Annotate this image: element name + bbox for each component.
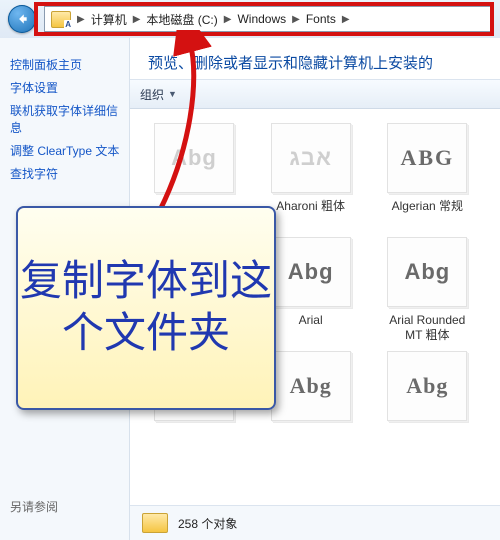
chevron-right-icon: ▶	[77, 14, 85, 25]
font-thumbnail: Abg	[271, 237, 351, 307]
font-sample: ABG	[400, 145, 454, 171]
font-thumbnail: Abg	[271, 351, 351, 421]
font-item[interactable]: ABG Algerian 常规	[381, 123, 473, 229]
font-item[interactable]: אבג Aharoni 粗体	[265, 123, 357, 229]
page-title: 预览、删除或者显示和隐藏计算机上安装的	[130, 38, 500, 79]
font-label: Arial	[299, 313, 323, 343]
chevron-right-icon: ▶	[292, 14, 300, 25]
arrow-left-icon	[15, 12, 29, 26]
font-thumbnail: אבג	[271, 123, 351, 193]
sidebar-item[interactable]: 字体设置	[10, 79, 129, 96]
font-label: Algerian 常规	[392, 199, 463, 229]
annotation-callout: 复制字体到这个文件夹	[16, 206, 276, 410]
font-thumbnail: Abg	[387, 237, 467, 307]
font-label: Arial Rounded MT 粗体	[381, 313, 473, 343]
address-bar[interactable]: ▶ 计算机 ▶ 本地磁盘 (C:) ▶ Windows ▶ Fonts ▶	[44, 6, 492, 32]
breadcrumb-item[interactable]: Windows	[237, 12, 286, 26]
breadcrumb: ▶ 计算机 ▶ 本地磁盘 (C:) ▶ Windows ▶ Fonts ▶	[77, 11, 350, 28]
font-thumbnail: ABG	[387, 123, 467, 193]
fonts-folder-icon	[51, 11, 71, 28]
font-sample: Abg	[406, 373, 448, 399]
sidebar-item[interactable]: 调整 ClearType 文本	[10, 142, 129, 159]
sidebar-item[interactable]: 联机获取字体详细信息	[10, 102, 129, 136]
font-sample: Abg	[404, 259, 450, 285]
sidebar-item[interactable]: 查找字符	[10, 165, 129, 182]
chevron-down-icon: ▼	[168, 89, 177, 99]
chevron-right-icon: ▶	[224, 14, 232, 25]
font-sample: Abg	[288, 259, 334, 285]
font-thumbnail: Abg	[387, 351, 467, 421]
chevron-right-icon: ▶	[133, 14, 141, 25]
breadcrumb-item[interactable]: 本地磁盘 (C:)	[146, 11, 217, 28]
font-item[interactable]: Abg	[381, 351, 473, 457]
breadcrumb-item[interactable]: Fonts	[306, 12, 336, 26]
font-thumbnail: Abg	[154, 123, 234, 193]
font-sample: אבג	[289, 145, 332, 171]
font-item[interactable]: Abg Arial	[265, 237, 357, 343]
toolbar: 组织 ▼	[130, 79, 500, 109]
font-item[interactable]: Abg Arial Rounded MT 粗体	[381, 237, 473, 343]
titlebar-area: ▶ 计算机 ▶ 本地磁盘 (C:) ▶ Windows ▶ Fonts ▶	[0, 0, 500, 38]
folder-icon	[142, 513, 168, 533]
sidebar-item[interactable]: 控制面板主页	[10, 56, 129, 73]
font-label: Aharoni 粗体	[276, 199, 345, 229]
status-count: 258 个对象	[178, 515, 237, 532]
status-bar: 258 个对象	[130, 505, 500, 540]
organize-button[interactable]: 组织	[140, 86, 164, 103]
explorer-window: ▶ 计算机 ▶ 本地磁盘 (C:) ▶ Windows ▶ Fonts ▶ 控制面板主页字体设置…	[0, 0, 500, 540]
annotation-callout-text: 复制字体到这个文件夹	[18, 256, 274, 361]
back-button[interactable]	[8, 5, 36, 33]
chevron-right-icon: ▶	[342, 14, 350, 25]
breadcrumb-item[interactable]: 计算机	[91, 11, 127, 28]
font-sample: Abg	[290, 373, 332, 399]
font-sample: Abg	[171, 145, 217, 171]
font-item[interactable]: Abg	[265, 351, 357, 457]
sidebar-footer: 另请参阅	[10, 498, 129, 515]
